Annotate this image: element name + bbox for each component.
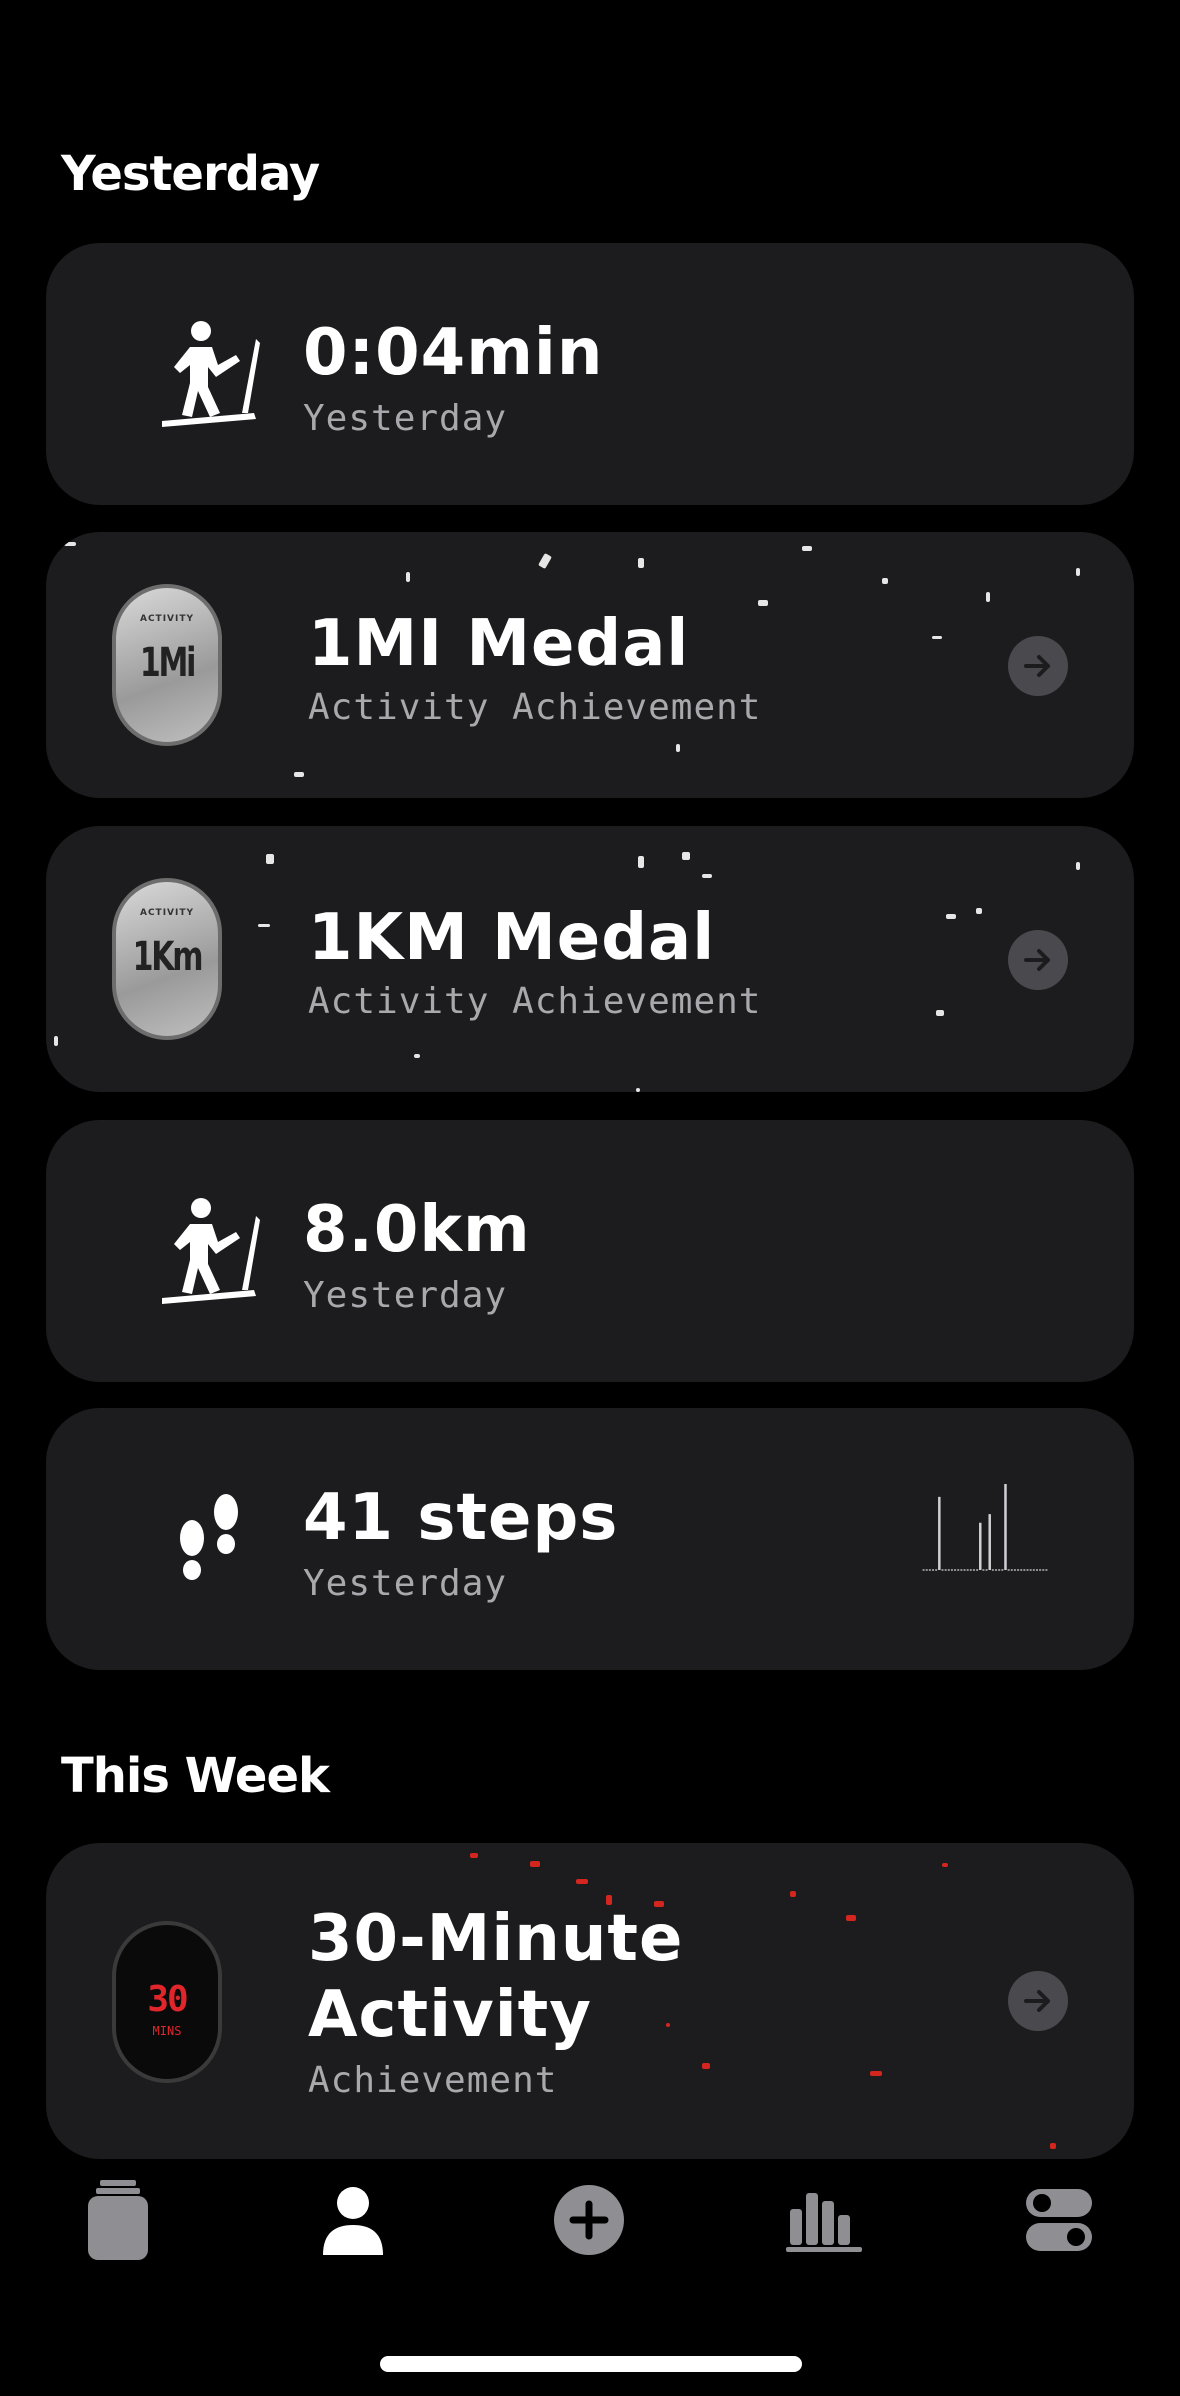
card-subtitle: Yesterday [303,1275,508,1316]
sparkline-dot [1017,1569,1020,1571]
person-icon [323,2187,383,2255]
card-subtitle: Yesterday [303,1563,508,1604]
sparkline-dot [1045,1569,1048,1571]
sparkline-dot [1035,1569,1038,1571]
thirty-minute-badge: 30 MINS [112,1921,222,2083]
card-title-line1: 30-Minute [308,1902,684,1976]
card-title: 8.0km [303,1193,531,1267]
sparkline-dot [941,1569,944,1571]
card-subtitle: Activity Achievement [308,981,762,1022]
card-subtitle: Achievement [308,2060,558,2101]
sparkline-dot [1029,1569,1032,1571]
sparkline-dot [998,1569,1001,1571]
sparkline-dot [995,1569,998,1571]
arrow-right-icon [1024,949,1050,971]
steps-sparkline [922,1484,1048,1571]
achievement-card-30-minute-activity[interactable]: 30 MINS 30-Minute Activity Achievement [46,1843,1134,2159]
tab-settings[interactable] [1014,2175,1104,2265]
plus-circle-icon [554,2185,624,2255]
section-title-this-week: This Week [61,1748,330,1804]
sparkline-dot [928,1569,931,1571]
sparkline-dot [944,1569,947,1571]
activity-card-distance[interactable]: 8.0km Yesterday [46,1120,1134,1382]
treadmill-icon [162,1198,260,1304]
arrow-right-button[interactable] [1008,930,1068,990]
sparkline-dot [932,1569,935,1571]
medal-badge-1mi: ACTIVITY 1Mi [112,584,222,746]
sparkline-dot [1001,1569,1004,1571]
sparkline-dot [1010,1569,1013,1571]
sparkline-dot [1020,1569,1023,1571]
arrow-right-icon [1024,1990,1050,2012]
sparkline-dot [922,1569,925,1571]
jar-icon [88,2180,148,2260]
sparkline-dot [960,1569,963,1571]
badge-label: ACTIVITY [139,614,195,624]
card-subtitle: Activity Achievement [308,687,762,728]
badge-number: 30 [147,1979,188,2020]
card-title: 1MI Medal [308,607,690,681]
toggles-icon [1026,2189,1092,2251]
tab-profile[interactable] [308,2175,398,2265]
sparkline-dot [1013,1569,1016,1571]
tab-stats[interactable] [779,2175,869,2265]
treadmill-icon [162,321,260,427]
arrow-right-button[interactable] [1008,636,1068,696]
activity-card-steps[interactable]: 41 steps Yesterday [46,1408,1134,1670]
tab-add[interactable] [544,2175,634,2265]
sparkline-dot [954,1569,957,1571]
sparkline-dot [947,1569,950,1571]
sparkline-dot [969,1569,972,1571]
sparkline-dot [963,1569,966,1571]
card-title-line2: Activity [308,1978,592,2052]
home-indicator[interactable] [380,2356,802,2372]
sparkline-dot [985,1569,988,1571]
arrow-right-icon [1024,655,1050,677]
tab-bar [0,2175,1180,2285]
achievement-card-1mi-medal[interactable]: ACTIVITY 1Mi 1MI Medal Activity Achievem… [46,532,1134,798]
badge-text: 1Mi [139,640,197,686]
card-title: 0:04min [303,316,604,390]
sparkline-dot [976,1569,979,1571]
medal-badge-1km: ACTIVITY 1Km [112,878,222,1040]
section-title-yesterday: Yesterday [61,146,320,202]
activity-card-duration[interactable]: 0:04min Yesterday [46,243,1134,505]
sparkline-dot [1023,1569,1026,1571]
footprints-icon [180,1494,238,1580]
achievement-card-1km-medal[interactable]: ACTIVITY 1Km 1KM Medal Activity Achievem… [46,826,1134,1092]
bar-chart-icon [786,2193,862,2252]
tab-journal[interactable] [73,2175,163,2265]
card-title: 41 steps [303,1481,619,1555]
badge-text: 1Km [132,934,204,980]
sparkline-dot [991,1569,994,1571]
sparkline-dot [1042,1569,1045,1571]
sparkline-dot [1032,1569,1035,1571]
sparkline-dot [1007,1569,1010,1571]
card-title: 1KM Medal [308,901,716,975]
card-subtitle: Yesterday [303,398,508,439]
arrow-right-button[interactable] [1008,1971,1068,2031]
sparkline-dot [1026,1569,1029,1571]
badge-label: ACTIVITY [139,908,195,918]
sparkline-dot [935,1569,938,1571]
sparkline-dot [966,1569,969,1571]
sparkline-dot [957,1569,960,1571]
sparkline-dot [925,1569,928,1571]
sparkline-dot [1039,1569,1042,1571]
sparkline-dot [950,1569,953,1571]
sparkline-dot [972,1569,975,1571]
sparkline-dot [982,1569,985,1571]
badge-unit: MINS [152,2024,182,2038]
